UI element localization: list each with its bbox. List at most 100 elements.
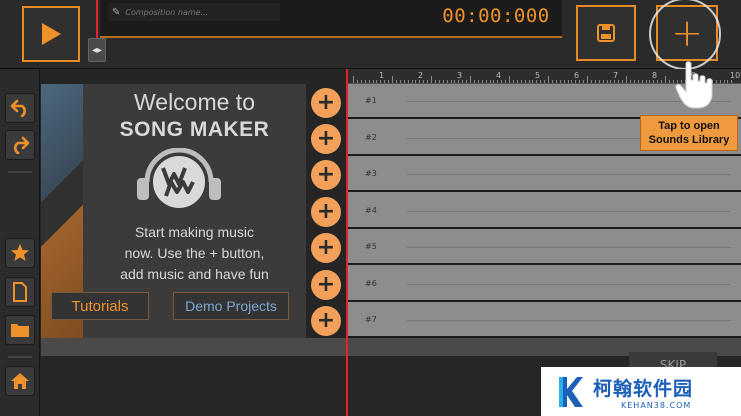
demo-projects-button[interactable]: Demo Projects — [173, 292, 289, 320]
track-row[interactable]: #3 — [347, 157, 741, 192]
track-row[interactable]: #5 — [347, 230, 741, 265]
composition-name-field[interactable]: ✎ Composition name... — [108, 3, 280, 21]
watermark-cn: 柯翰软件园 — [593, 377, 694, 400]
track-number: #3 — [365, 169, 377, 178]
playhead-top — [96, 0, 98, 42]
ruler-tick — [665, 76, 666, 83]
ruler-tick — [587, 76, 588, 83]
ruler-tick — [466, 80, 468, 83]
ruler-tick — [470, 76, 471, 83]
new-file-button[interactable] — [5, 277, 35, 307]
ruler-tick — [454, 80, 456, 83]
ruler-tick — [485, 80, 487, 83]
pencil-icon: ✎ — [112, 6, 121, 18]
ruler-tick — [540, 80, 542, 83]
ruler-tick — [649, 80, 651, 83]
welcome-description: Start making music now. Use the + button… — [83, 222, 306, 285]
top-bar: ◂▸ ✎ Composition name... 00:00:000 + — [0, 0, 741, 70]
ruler-tick — [372, 80, 374, 83]
ruler-number: 6 — [574, 71, 580, 80]
song-maker-app: ◂▸ ✎ Composition name... 00:00:000 + 1 2… — [0, 0, 741, 416]
watermark-logo-icon — [559, 376, 583, 407]
ruler-tick — [399, 80, 401, 83]
open-folder-button[interactable] — [5, 315, 35, 345]
ruler-tick — [524, 80, 526, 83]
welcome-line-3: add music and have fun — [120, 266, 269, 282]
left-toolbar — [0, 69, 40, 416]
track-number: #5 — [365, 242, 377, 251]
undo-button[interactable] — [5, 93, 35, 123]
tooltip-line-1: Tap to open — [658, 120, 720, 132]
ruler-tick — [723, 80, 725, 83]
ruler-tick — [583, 80, 585, 83]
track-row[interactable]: #7 — [347, 303, 741, 338]
ruler-tick — [458, 80, 460, 83]
ruler-tick — [516, 80, 518, 83]
ruler-number: 10 — [730, 71, 741, 80]
ruler-tick — [536, 80, 538, 83]
add-sound-button[interactable]: + — [656, 5, 718, 61]
ruler-number: 3 — [457, 71, 463, 80]
sounds-library-tooltip: Tap to open Sounds Library — [640, 115, 738, 151]
redo-button[interactable] — [5, 130, 35, 160]
ruler-tick — [668, 80, 670, 83]
save-button[interactable] — [576, 5, 636, 61]
ruler-tick — [548, 76, 549, 83]
ruler-tick — [384, 80, 386, 83]
ruler-tick — [446, 80, 448, 83]
ruler-tick — [579, 80, 581, 83]
site-watermark: 柯翰软件园 KEHAN38.COM — [541, 367, 741, 416]
ruler-tick — [594, 80, 596, 83]
ruler-tick — [477, 80, 479, 83]
ruler-tick — [571, 80, 573, 83]
ruler-tick — [727, 80, 729, 83]
add-track-4-button[interactable]: + — [311, 197, 341, 227]
favorites-button[interactable] — [5, 238, 35, 268]
home-button[interactable] — [5, 366, 35, 396]
ruler-tick — [376, 80, 378, 83]
ruler-number: 5 — [535, 71, 541, 80]
ruler-tick — [563, 80, 565, 83]
add-track-6-button[interactable]: + — [311, 270, 341, 300]
toolbar-divider — [8, 356, 32, 358]
welcome-panel: Welcome to SONG MAKER Start making music… — [41, 84, 306, 338]
track-number: #6 — [365, 279, 377, 288]
track-row[interactable]: #6 — [347, 267, 741, 302]
undo-icon — [10, 99, 26, 117]
ruler-tick — [419, 80, 421, 83]
ruler-tick — [438, 80, 440, 83]
track-guide — [407, 174, 731, 175]
watermark-text: 柯翰软件园 KEHAN38.COM — [593, 374, 693, 410]
ruler-tick — [368, 80, 370, 83]
add-track-1-button[interactable]: + — [311, 88, 341, 118]
add-track-5-button[interactable]: + — [311, 233, 341, 263]
add-track-3-button[interactable]: + — [311, 160, 341, 190]
ruler-tick — [653, 80, 655, 83]
ruler-number: 8 — [652, 71, 658, 80]
tutorials-button[interactable]: Tutorials — [51, 292, 149, 320]
ruler-tick — [497, 80, 499, 83]
app-name: SONG MAKER — [119, 118, 270, 141]
track-guide — [407, 247, 731, 248]
ruler-tick — [411, 80, 413, 83]
add-track-2-button[interactable]: + — [311, 124, 341, 154]
ruler-tick — [423, 80, 425, 83]
track-row[interactable]: #4 — [347, 194, 741, 229]
ruler-tick — [528, 80, 530, 83]
ruler-tick — [622, 80, 624, 83]
ruler-tick — [380, 80, 382, 83]
ruler-tick — [442, 80, 444, 83]
ruler-tick — [567, 80, 569, 83]
ruler-tick — [427, 80, 429, 83]
playhead-handle[interactable]: ◂▸ — [88, 38, 106, 62]
composition-name-placeholder: Composition name... — [125, 7, 209, 17]
ruler-number: 1 — [379, 71, 385, 80]
ruler-tick — [356, 80, 358, 83]
ruler-tick — [551, 80, 553, 83]
add-track-7-button[interactable]: + — [311, 306, 341, 336]
watermark-en: KEHAN38.COM — [621, 400, 692, 410]
ruler-tick — [462, 80, 464, 83]
time-display: 00:00:000 — [442, 5, 550, 27]
ruler-tick — [618, 80, 620, 83]
play-button[interactable] — [22, 6, 80, 62]
